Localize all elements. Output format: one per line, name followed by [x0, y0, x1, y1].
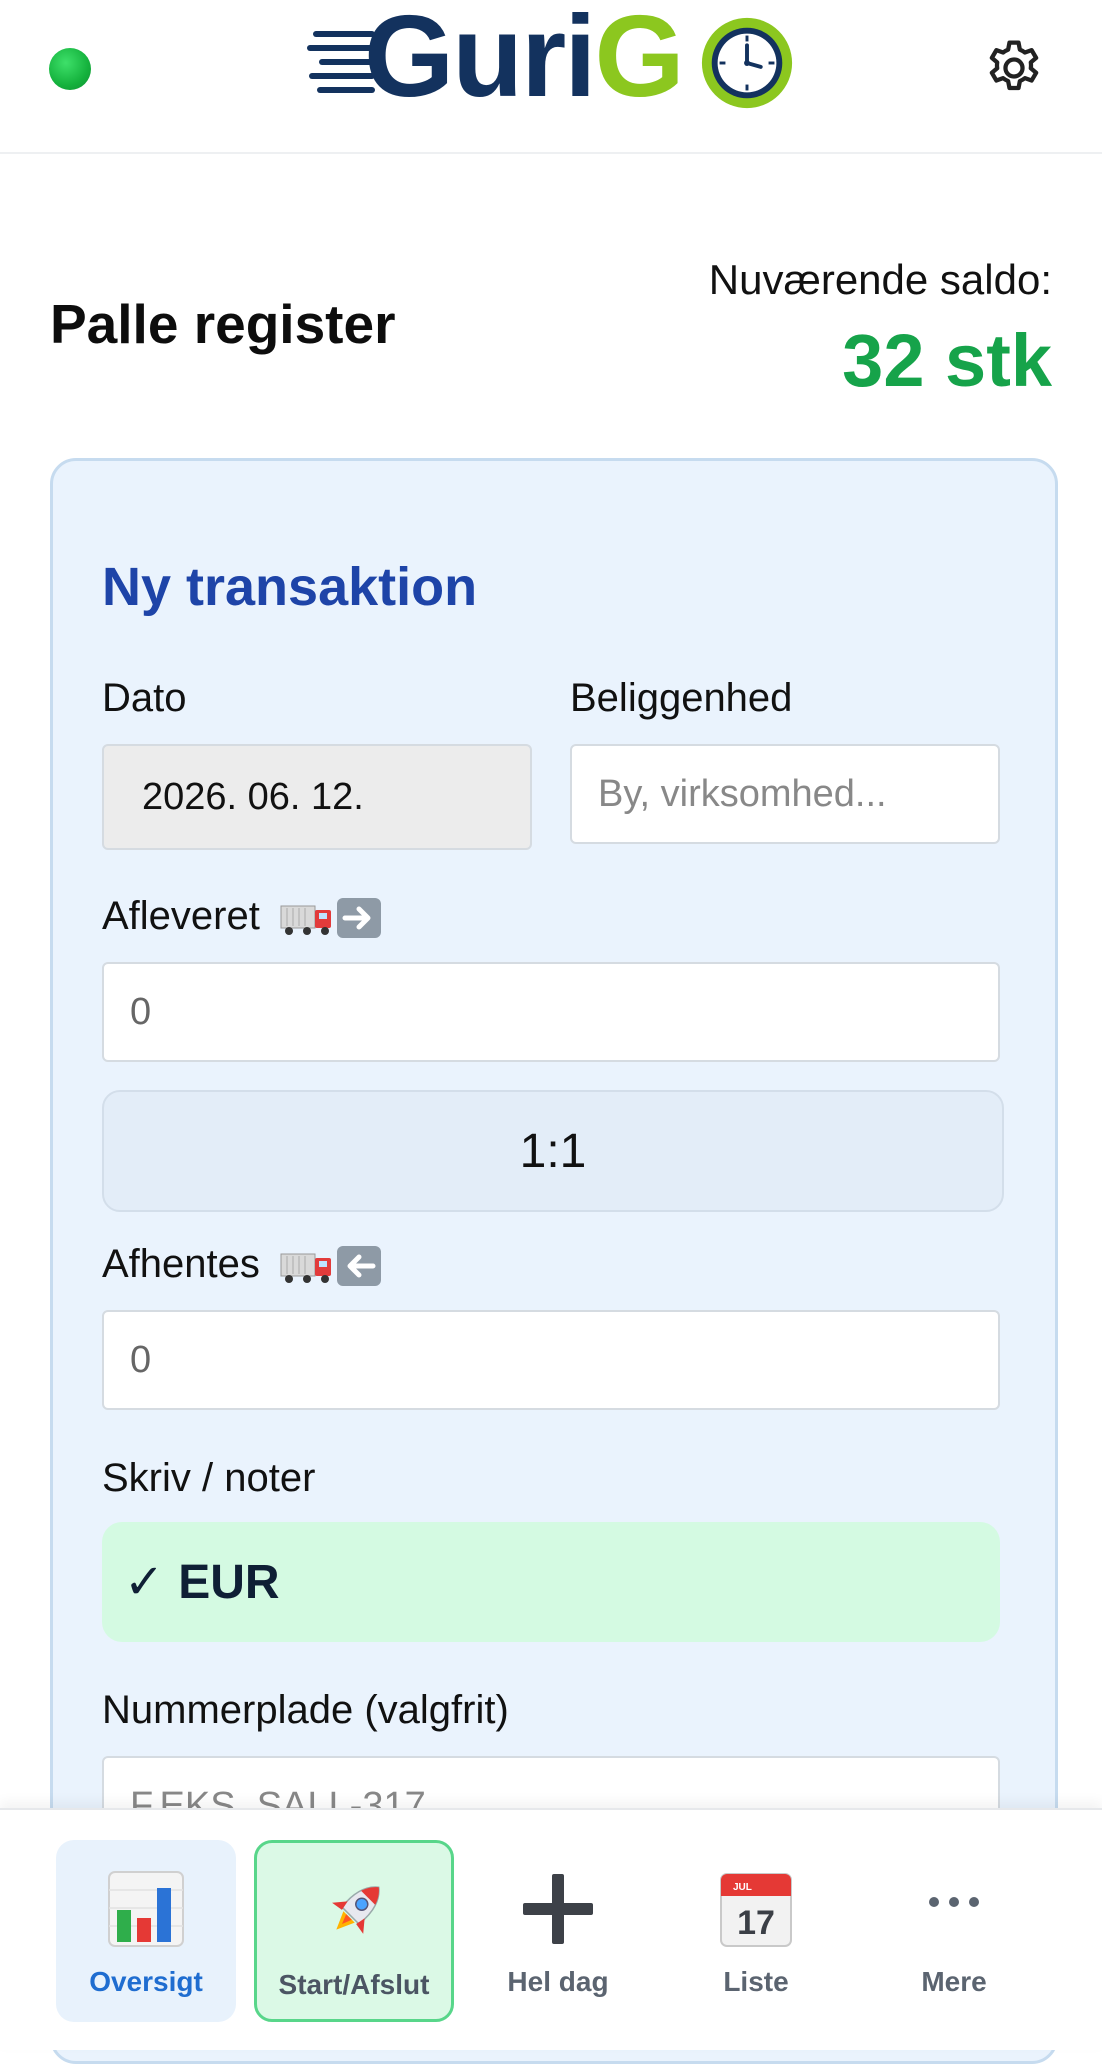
page-title: Palle register — [50, 293, 396, 355]
card-title: Ny transaktion — [102, 557, 478, 617]
calendar-icon: JUL 17 — [720, 1873, 792, 1947]
date-field[interactable]: 2026. 06. 12. — [102, 744, 532, 850]
date-label: Dato — [102, 676, 187, 720]
app-header: GuriG — [0, 0, 1102, 154]
bottom-navigation: Oversigt Start/Afslut Hel dag JUL 17 Lis… — [0, 1808, 1102, 2050]
nav-label: Hel dag — [507, 1966, 609, 1997]
nav-hel-dag[interactable]: Hel dag — [468, 1840, 648, 2022]
plus-icon — [523, 1874, 593, 1944]
rocket-icon — [332, 1886, 380, 1934]
plate-label: Nummerplade (valgfrit) — [102, 1688, 509, 1732]
nav-label: Oversigt — [89, 1966, 203, 1997]
delivered-input[interactable]: 0 — [102, 962, 1000, 1062]
balance-label: Nuværende saldo: — [708, 256, 1052, 303]
location-input[interactable]: By, virksomhed... — [570, 744, 1000, 844]
nav-label: Start/Afslut — [278, 1969, 430, 2000]
nav-liste[interactable]: JUL 17 Liste — [666, 1840, 846, 2022]
delivered-label: Afleveret — [102, 894, 383, 940]
nav-label: Liste — [723, 1966, 789, 1997]
nav-mere[interactable]: Mere — [864, 1840, 1044, 2022]
balance-value: 32 stk — [842, 319, 1052, 402]
location-label: Beliggenhed — [570, 676, 793, 720]
truck-arrow-right-icon — [280, 898, 381, 939]
ratio-toggle-button[interactable]: 1:1 — [102, 1090, 1004, 1212]
svg-text:JUL: JUL — [733, 1882, 752, 1893]
more-icon — [929, 1897, 979, 1907]
pickup-label: Afhentes — [102, 1242, 383, 1288]
bar-chart-icon — [108, 1871, 184, 1947]
gear-icon[interactable] — [982, 36, 1046, 100]
pickup-input[interactable]: 0 — [102, 1310, 1000, 1410]
gurigo-logo: GuriG — [306, 0, 796, 116]
clock-icon — [701, 17, 793, 109]
nav-oversigt[interactable]: Oversigt — [56, 1840, 236, 2022]
check-icon: ✓ — [124, 1556, 165, 1609]
status-indicator — [49, 48, 91, 90]
location-placeholder: By, virksomhed... — [598, 772, 887, 815]
nav-label: Mere — [921, 1966, 987, 1997]
svg-text:17: 17 — [737, 1904, 775, 1942]
notes-currency-chip[interactable]: ✓ EUR — [102, 1522, 1000, 1642]
truck-arrow-left-icon — [280, 1246, 382, 1287]
notes-value: EUR — [178, 1555, 280, 1609]
nav-start-afslut[interactable]: Start/Afslut — [254, 1840, 454, 2022]
logo-wordmark: GuriG — [364, 0, 685, 121]
notes-label: Skriv / noter — [102, 1456, 316, 1500]
